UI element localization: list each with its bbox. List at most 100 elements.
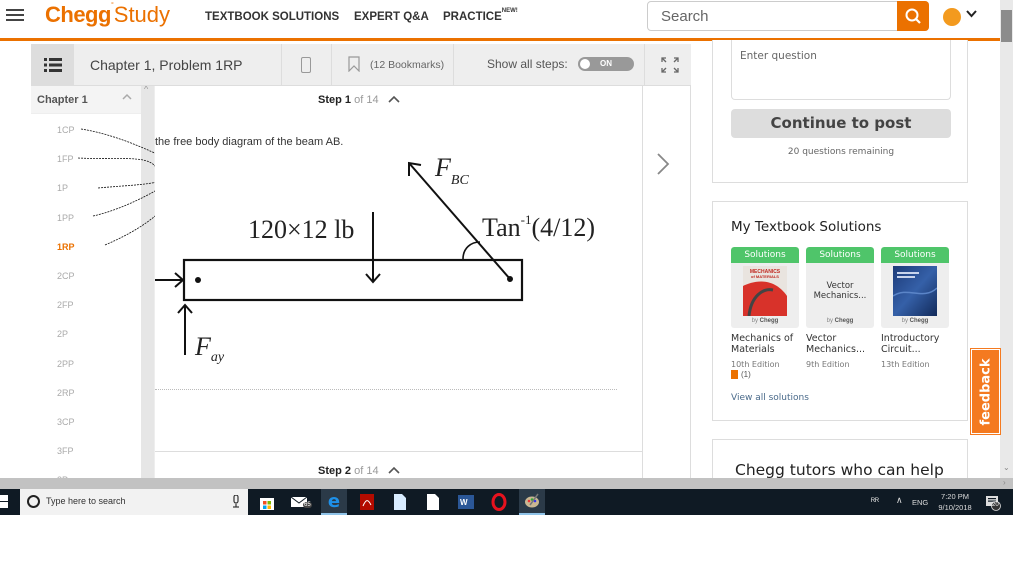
language-indicator[interactable]: ENG	[912, 498, 928, 507]
svg-text:of MATERIALS: of MATERIALS	[751, 274, 779, 279]
question-input[interactable]	[732, 40, 950, 99]
textbook-item[interactable]: Solutions Vector Mechanics... by Chegg V…	[806, 247, 874, 369]
pin-a	[195, 277, 201, 283]
view-all-solutions-link[interactable]: View all solutions	[731, 393, 809, 403]
continue-to-post-button[interactable]: Continue to post	[731, 109, 951, 138]
toc-item[interactable]: 3CP	[57, 417, 75, 427]
menu-icon[interactable]	[6, 6, 24, 24]
textbook-name: Introductory Circuit...	[881, 333, 940, 355]
ask-question-card: Continue to post 20 questions remaining	[712, 40, 968, 183]
toc-item[interactable]: 2FP	[57, 300, 74, 310]
chevron-up-icon[interactable]	[122, 93, 132, 101]
fay-arrow	[177, 303, 193, 355]
people-icon[interactable]: ᴿᴿ	[871, 496, 879, 506]
solutions-tag: Solutions	[806, 247, 874, 263]
solution-content: Step 1 of 14 the free body diagram of th…	[155, 86, 643, 478]
next-step-column	[644, 86, 691, 478]
chevron-down-icon[interactable]	[966, 10, 977, 18]
search-input[interactable]	[648, 2, 888, 30]
scroll-down-arrow[interactable]: ⌄	[1003, 463, 1010, 472]
tutors-title: Chegg tutors who can help	[735, 461, 944, 479]
nav-practice[interactable]: PRACTICENEW!	[443, 8, 518, 23]
toc-item[interactable]: 3FP	[57, 446, 74, 456]
textbook-name: Mechanics of Materials	[731, 333, 794, 355]
textbook-tile[interactable]: Solutions Vector Mechanics... by Chegg	[806, 247, 874, 328]
page-horizontal-scrollbar[interactable]	[0, 478, 1013, 489]
microphone-icon[interactable]	[232, 495, 240, 508]
bookmarks-count[interactable]: (12 Bookmarks)	[370, 59, 444, 71]
scroll-up-arrow[interactable]: ^	[144, 86, 148, 94]
paint-icon[interactable]	[519, 489, 545, 515]
divider	[281, 44, 282, 86]
feedback-tab[interactable]: feedback	[970, 348, 1001, 435]
toc-chapter-header[interactable]: Chapter 1	[31, 86, 141, 114]
windows-start-icon[interactable]	[0, 495, 8, 509]
show-hidden-icons[interactable]: ∧	[896, 495, 903, 506]
textbook-bookmarks[interactable]: (1)	[731, 370, 799, 379]
by-chegg: by Chegg	[826, 318, 854, 324]
nav-expert-qa[interactable]: EXPERT Q&A	[354, 11, 429, 23]
step-1-header[interactable]: Step 1 of 14	[318, 94, 400, 106]
edge-icon[interactable]: e	[321, 489, 347, 515]
toc-item[interactable]: 1PP	[57, 213, 74, 223]
chevron-right-icon[interactable]	[656, 152, 670, 176]
toc-item[interactable]: 1CP	[57, 125, 75, 135]
textbook-item[interactable]: Solutions MECHANICS of MATERIALS by Cheg…	[731, 247, 799, 379]
taskbar-search-box[interactable]: Type here to search	[20, 489, 248, 515]
solutions-tag: Solutions	[881, 247, 949, 263]
toc-scrollbar[interactable]: ^	[141, 86, 154, 478]
toc-item[interactable]: 2P	[57, 329, 68, 339]
acrobat-icon[interactable]	[357, 492, 377, 512]
toc-item[interactable]: 2PP	[57, 359, 74, 369]
step-2-header[interactable]: Step 2 of 14	[318, 465, 400, 477]
toc-item[interactable]: 1FP	[57, 154, 74, 164]
toc-toggle-button[interactable]	[31, 44, 74, 86]
beam-rect	[182, 258, 524, 302]
page-vertical-scrollbar[interactable]	[1000, 0, 1013, 478]
toc-item[interactable]: 1RP	[57, 242, 75, 252]
show-all-steps-toggle[interactable]: ON	[578, 57, 634, 71]
action-center-icon[interactable]: 20	[985, 495, 1001, 516]
store-icon[interactable]	[257, 492, 277, 512]
expand-icon[interactable]	[661, 57, 679, 73]
textbook-item[interactable]: Solutions by Chegg Introductory Circuit.…	[881, 247, 949, 369]
chegg-study-logo[interactable]: Chegg°Study	[45, 2, 170, 28]
scrollbar-thumb[interactable]	[1001, 10, 1012, 42]
taskbar-search-placeholder: Type here to search	[46, 496, 126, 506]
mail-icon[interactable]: 65	[290, 492, 312, 512]
file-icon[interactable]	[390, 492, 410, 512]
solution-toolbar: Chapter 1, Problem 1RP (12 Bookmarks) Sh…	[31, 44, 691, 86]
document-icon[interactable]	[423, 492, 443, 512]
mobile-icon[interactable]	[301, 57, 311, 73]
nav-textbook-solutions[interactable]: TEXTBOOK SOLUTIONS	[205, 11, 339, 23]
free-body-diagram: 120×12 lb Tan-1(4/12) FBC Fay	[155, 153, 595, 365]
word-icon[interactable]: W	[456, 492, 476, 512]
textbook-tile[interactable]: Solutions MECHANICS of MATERIALS by Cheg…	[731, 247, 799, 328]
by-chegg: by Chegg	[751, 318, 779, 324]
solutions-tag: Solutions	[731, 247, 799, 263]
divider	[155, 451, 643, 452]
opera-icon[interactable]	[489, 492, 509, 512]
step-explanation-text: the free body diagram of the beam AB.	[155, 136, 344, 148]
textbook-edition: 13th Edition	[881, 360, 930, 369]
horizontal-force-arrow	[155, 272, 185, 288]
book-cover-mechanics-of-materials: MECHANICS of MATERIALS	[743, 266, 787, 316]
user-avatar[interactable]	[943, 8, 961, 26]
chevron-up-icon[interactable]	[388, 95, 400, 103]
chapter-problem-title: Chapter 1, Problem 1RP	[90, 57, 243, 73]
toc-item[interactable]: 2CP	[57, 271, 75, 281]
clock[interactable]: 7:20 PM 9/10/2018	[936, 491, 974, 513]
step-separator	[155, 389, 617, 390]
by-chegg: by Chegg	[901, 318, 929, 324]
toc-item[interactable]: 2RP	[57, 388, 75, 398]
chapter-toc: Chapter 1 ^ 1CP 1FP 1P 1PP 1RP 2CP 2FP 2P 2PP 2RP…	[31, 86, 155, 478]
textbook-edition: 9th Edition	[806, 360, 850, 369]
bookmark-icon[interactable]	[348, 56, 360, 72]
bookmark-icon	[731, 370, 738, 379]
chevron-up-icon[interactable]	[388, 466, 400, 474]
search-button[interactable]	[897, 1, 929, 31]
scroll-right-arrow[interactable]: ›	[1003, 478, 1006, 487]
toc-item[interactable]: 1P	[57, 183, 68, 193]
notification-count: 20	[992, 502, 999, 508]
textbook-tile[interactable]: Solutions by Chegg	[881, 247, 949, 328]
